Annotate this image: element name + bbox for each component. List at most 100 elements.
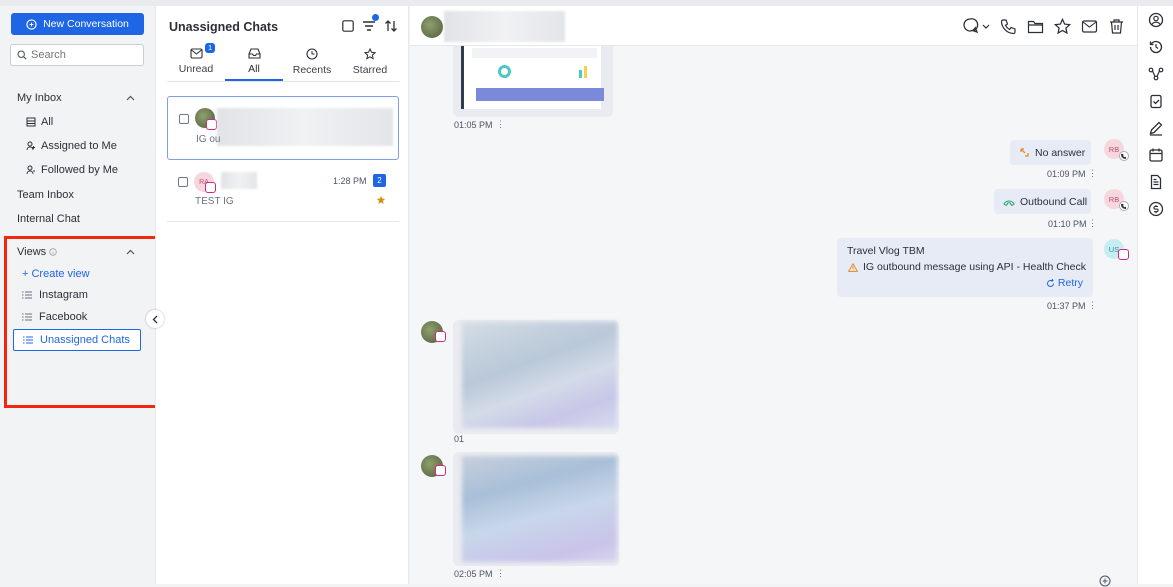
filter-button[interactable] [362,14,379,32]
notes-button[interactable] [1147,119,1165,137]
right-rail [1137,6,1173,584]
list-title: Unassigned Chats [169,20,279,34]
call-event-bubble: No answer [1010,140,1091,165]
outbound-call-icon [1003,200,1015,206]
contact-profile-button[interactable] [1147,11,1165,29]
mail-icon [189,48,203,59]
tab-recents[interactable]: Recents [283,46,341,81]
chevron-down-icon [982,24,990,29]
search-input[interactable] [31,49,131,61]
sidebar-item-label: Internal Chat [17,213,80,225]
tab-unread[interactable]: 1 Unread [167,43,225,81]
chat-time: 1:28 PM [333,176,367,186]
star-icon[interactable] [1054,17,1071,35]
row-checkbox[interactable] [178,177,188,187]
inbox-icon [247,48,261,59]
tab-label: All [248,63,260,75]
pen-icon [1149,121,1162,136]
dashboard-banner [476,88,604,101]
message-title: Travel Vlog TBM [847,245,925,257]
calendar-button[interactable] [1147,146,1165,164]
scroll-down-icon[interactable] [1099,575,1111,587]
tab-label: Starred [352,64,388,76]
history-button[interactable] [1147,38,1165,56]
new-conversation-button[interactable]: New Conversation [11,13,144,35]
message-time: 01:37 PM [1047,301,1086,311]
phone-badge-icon [1119,201,1129,211]
message-time: 01 [454,434,465,444]
sidebar-item-label: Assigned to Me [41,140,117,152]
sidebar-item-team-inbox[interactable]: Team Inbox [17,189,74,201]
sidebar-item-assigned[interactable]: Assigned to Me [26,140,117,152]
dollar-icon [1148,201,1163,217]
row-checkbox[interactable] [179,114,189,124]
chevron-left-icon [152,315,158,323]
phone-icon[interactable] [1000,18,1017,35]
select-all-checkbox-icon[interactable] [342,20,354,32]
sidebar-item-label: Team Inbox [17,189,74,201]
document-icon [1150,174,1161,190]
chevron-up-icon[interactable] [126,95,135,101]
sidebar-item-internal-chat[interactable]: Internal Chat [17,213,80,225]
image-message[interactable] [453,46,613,117]
tasks-button[interactable] [1147,92,1165,110]
chat-preview: TEST IG [195,196,234,207]
calendar-icon [1148,148,1163,162]
phone-badge-icon [1119,151,1129,161]
user-follow-icon [26,165,35,175]
instagram-icon [206,119,217,130]
list-toolbar [342,14,398,33]
conversation-header [410,6,1137,46]
chat-list-item[interactable]: IG ou [167,96,399,160]
collapse-sidebar-button[interactable] [146,310,164,328]
mail-icon[interactable] [1081,18,1098,35]
call-event-text: Outbound Call [1020,195,1088,208]
user-circle-icon [1148,12,1163,28]
inbox-list-icon [26,117,36,127]
sidebar-item-label: Followed by Me [41,164,119,176]
star-filled-icon[interactable] [376,195,386,205]
chat-preview: IG ou [196,134,221,145]
instagram-icon [435,331,446,342]
tab-starred[interactable]: Starred [341,46,399,81]
image-thumbnail[interactable] [462,322,617,428]
image-thumbnail[interactable] [461,46,604,109]
sort-icon[interactable] [384,19,398,33]
outbound-message-bubble: Travel Vlog TBM IG outbound message usin… [837,238,1093,297]
message-time: 02:05 PM [454,569,493,579]
call-event-bubble: Outbound Call [994,189,1091,214]
message-time: 01:10 PM [1048,219,1087,229]
folder-icon[interactable] [1027,18,1044,35]
message-menu-icon[interactable]: ⋮ [496,119,505,130]
message-menu-icon[interactable]: ⋮ [1088,168,1097,179]
sidebar-item-followed[interactable]: Followed by Me [26,164,118,176]
user-plus-icon [26,141,35,151]
sidebar-item-all[interactable]: All [26,116,53,128]
blurred-contact-name [444,11,565,42]
instagram-icon [1118,249,1129,260]
trash-icon[interactable] [1108,18,1125,35]
message-menu-icon[interactable]: ⋮ [496,568,505,579]
image-thumbnail[interactable] [462,456,617,562]
app-root: New Conversation My Inbox All Assigned t… [0,0,1173,587]
blurred-contact-name [217,108,393,146]
message-menu-icon[interactable]: ⋮ [1088,300,1097,311]
header-actions [961,17,1125,35]
search-box[interactable] [10,44,144,66]
my-inbox-header[interactable]: My Inbox [17,92,135,104]
workflow-button[interactable] [1147,65,1165,83]
chat-list-item[interactable]: RA 1:28 PM 2 TEST IG [167,170,399,222]
message-menu-icon[interactable]: ⋮ [1088,218,1097,229]
call-event-text: No answer [1035,146,1086,159]
history-icon [1149,40,1162,54]
documents-button[interactable] [1147,173,1165,191]
assign-agent-dropdown[interactable] [961,17,990,35]
retry-button[interactable]: Retry [1046,277,1083,289]
new-conversation-label: New Conversation [43,18,129,30]
chat-list-panel: Unassigned Chats 1 Unread All Recents St… [155,6,409,584]
clipboard-check-icon [1149,94,1162,109]
billing-button[interactable] [1147,200,1165,218]
workflow-icon [1148,67,1163,81]
tab-all[interactable]: All [225,46,283,81]
filter-icon [363,21,375,31]
